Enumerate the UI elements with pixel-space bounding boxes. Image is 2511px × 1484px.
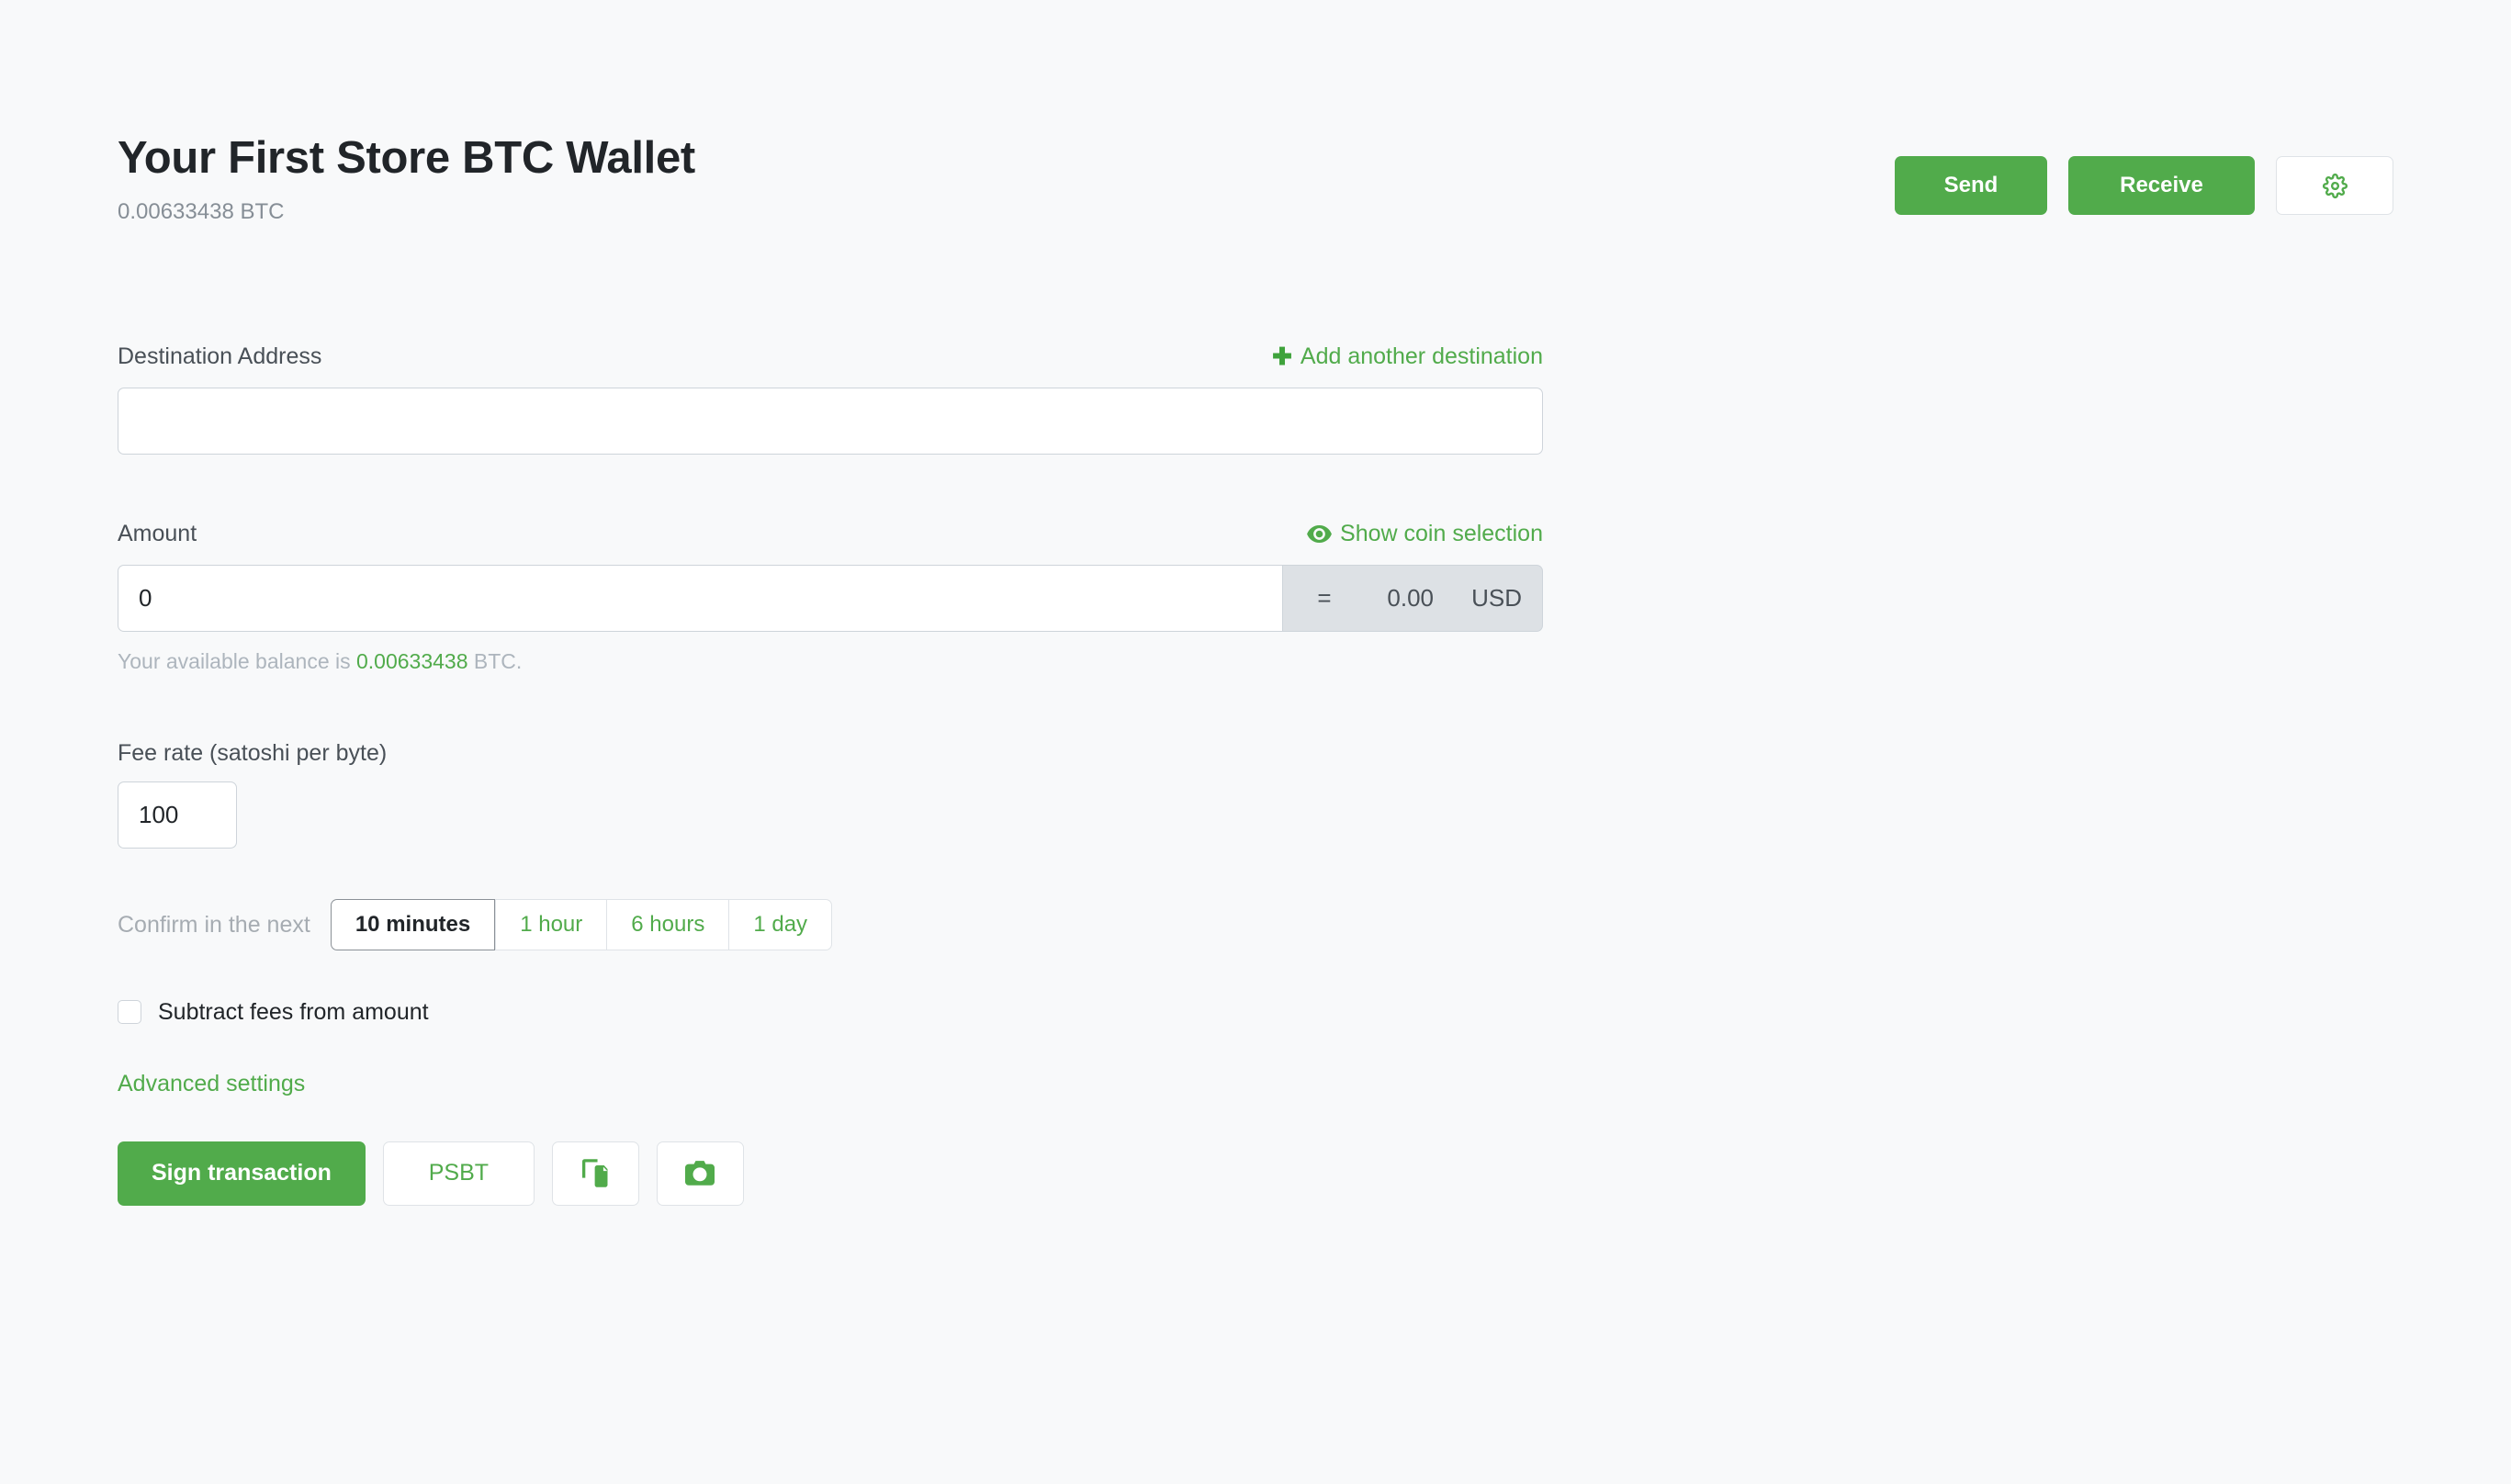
confirm-option-1-day[interactable]: 1 day — [728, 898, 833, 950]
available-balance-amount[interactable]: 0.00633438 — [356, 649, 468, 673]
wallet-send-page: Your First Store BTC Wallet 0.00633438 B… — [0, 0, 2511, 1484]
send-button[interactable]: Send — [1895, 156, 2047, 215]
advanced-settings-link[interactable]: Advanced settings — [118, 1070, 1543, 1097]
subtract-fees-row: Subtract fees from amount — [118, 998, 1543, 1026]
amount-label: Amount — [118, 521, 197, 546]
amount-input-group: = 0.00 USD — [118, 565, 1543, 632]
available-balance-suffix: BTC. — [473, 649, 523, 673]
paste-icon — [582, 1159, 608, 1187]
available-balance-prefix: Your available balance is — [118, 649, 351, 673]
show-coin-selection-label: Show coin selection — [1340, 521, 1543, 546]
wallet-title-block: Your First Store BTC Wallet 0.00633438 B… — [118, 129, 695, 226]
confirm-time-label: Confirm in the next — [118, 911, 310, 938]
gear-icon — [2322, 173, 2348, 198]
confirm-option-1-hour[interactable]: 1 hour — [495, 898, 607, 950]
fiat-currency: USD — [1471, 584, 1522, 612]
page-title: Your First Store BTC Wallet — [118, 133, 695, 183]
wallet-balance-subtitle: 0.00633438 BTC — [118, 199, 285, 225]
show-coin-selection-link[interactable]: Show coin selection — [1307, 520, 1543, 547]
header-actions: Send Receive — [1895, 129, 2393, 215]
destination-label: Destination Address — [118, 343, 322, 369]
subtract-fees-checkbox[interactable] — [118, 999, 141, 1024]
destination-header: Destination Address ✚ Add another destin… — [118, 340, 1543, 373]
amount-fiat-addon: = 0.00 USD — [1283, 565, 1543, 632]
fee-rate-label: Fee rate (satoshi per byte) — [118, 739, 388, 766]
sign-transaction-button[interactable]: Sign transaction — [118, 1141, 366, 1206]
confirm-time-button-group: 10 minutes 1 hour 6 hours 1 day — [330, 898, 833, 950]
add-another-destination-label: Add another destination — [1300, 343, 1543, 369]
page-header: Your First Store BTC Wallet 0.00633438 B… — [118, 129, 2393, 226]
amount-header: Amount Show coin selection — [118, 517, 1543, 550]
psbt-button[interactable]: PSBT — [382, 1141, 535, 1206]
fee-rate-input[interactable] — [118, 781, 237, 849]
confirm-time-row: Confirm in the next 10 minutes 1 hour 6 … — [118, 898, 1543, 950]
available-balance-helper: Your available balance is 0.00633438 BTC… — [118, 649, 1543, 675]
wallet-settings-button[interactable] — [2276, 156, 2393, 215]
paste-from-clipboard-button[interactable] — [551, 1141, 639, 1206]
confirm-option-10-minutes[interactable]: 10 minutes — [330, 898, 496, 950]
camera-icon — [685, 1161, 715, 1186]
scan-qr-camera-button[interactable] — [656, 1141, 744, 1206]
send-form: Destination Address ✚ Add another destin… — [118, 340, 1543, 1206]
eye-icon — [1307, 524, 1332, 543]
plus-icon: ✚ — [1272, 343, 1292, 370]
receive-button[interactable]: Receive — [2068, 156, 2255, 215]
form-actions: Sign transaction PSBT — [118, 1141, 1543, 1206]
amount-input[interactable] — [118, 565, 1283, 632]
destination-address-input[interactable] — [118, 388, 1543, 455]
confirm-option-6-hours[interactable]: 6 hours — [606, 898, 729, 950]
fiat-value: 0.00 — [1387, 584, 1434, 612]
equals-sign: = — [1317, 584, 1332, 612]
subtract-fees-label[interactable]: Subtract fees from amount — [158, 998, 429, 1026]
add-another-destination-link[interactable]: ✚ Add another destination — [1272, 343, 1543, 370]
